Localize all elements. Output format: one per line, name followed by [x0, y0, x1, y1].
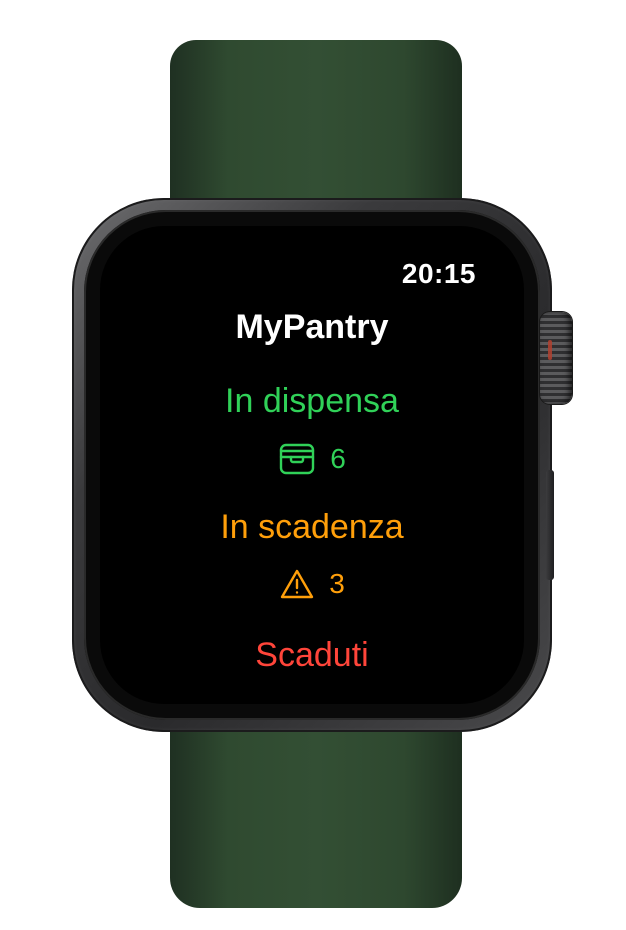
- expiring-count-row[interactable]: 3: [100, 568, 524, 600]
- expiring-link[interactable]: In scadenza: [100, 508, 524, 547]
- app-title: MyPantry: [235, 308, 389, 346]
- watch-mockup: 20:15 MyPantry In dispensa 6 In scadenza: [0, 0, 626, 930]
- in-pantry-count: 6: [330, 443, 346, 474]
- digital-crown-accent: [548, 340, 552, 360]
- watch-screen: 20:15 MyPantry In dispensa 6 In scadenza: [100, 226, 524, 704]
- expiring-count: 3: [329, 568, 345, 599]
- expired-link[interactable]: Scaduti: [100, 636, 524, 675]
- side-button[interactable]: [546, 470, 554, 580]
- warning-triangle-icon: [279, 568, 315, 600]
- in-pantry-count-row[interactable]: 6: [100, 442, 524, 476]
- status-time: 20:15: [401, 258, 476, 289]
- digital-crown[interactable]: [540, 312, 572, 404]
- in-pantry-link[interactable]: In dispensa: [100, 382, 524, 421]
- tray-icon: [278, 442, 316, 476]
